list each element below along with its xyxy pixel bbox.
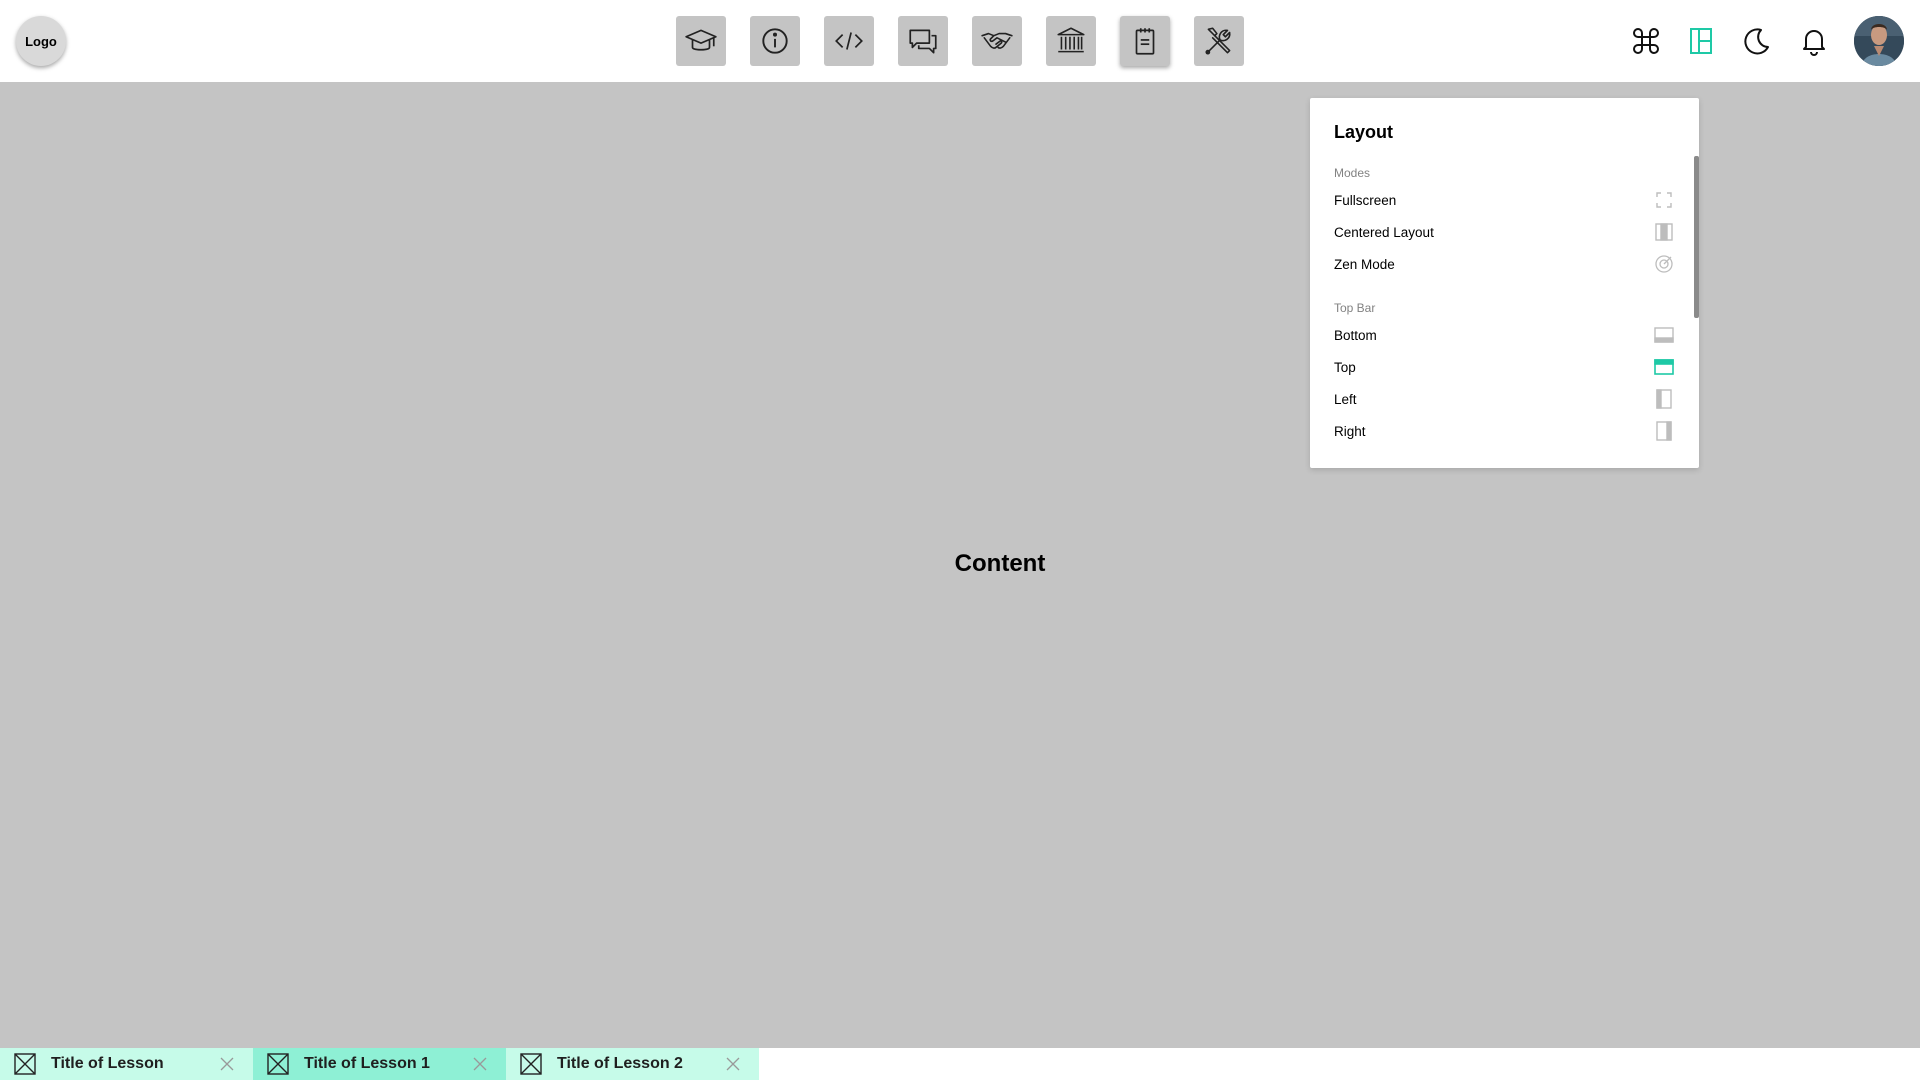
option-label: Centered Layout [1334,224,1434,240]
image-placeholder-icon [267,1053,289,1075]
nav-library-button[interactable] [1046,16,1096,66]
panel-scrollbar[interactable] [1694,156,1699,318]
layout-panel: Layout Modes Fullscreen Centered Layout … [1310,98,1699,468]
moon-icon [1744,28,1769,55]
option-right[interactable]: Right [1334,418,1674,444]
fullscreen-icon [1656,192,1672,208]
lesson-tab[interactable]: Title of Lesson [0,1048,253,1080]
nav-tools-button[interactable] [1194,16,1244,66]
user-photo-icon [1854,16,1904,66]
notifications-button[interactable] [1795,22,1833,60]
option-label: Zen Mode [1334,256,1395,272]
avatar[interactable] [1854,16,1904,66]
nav-info-button[interactable] [750,16,800,66]
handshake-icon [981,32,1013,49]
layout-button[interactable] [1682,22,1720,60]
nav-code-button[interactable] [824,16,874,66]
logo-label: Logo [25,33,57,49]
nav-learn-button[interactable] [676,16,726,66]
dark-mode-button[interactable] [1738,22,1776,60]
section-label-top-bar: Top Bar [1334,301,1376,315]
nav-partners-button[interactable] [972,16,1022,66]
zen-mode-icon [1655,255,1673,273]
bar-top-icon [1654,359,1674,375]
layout-icon [1690,28,1712,54]
option-label: Top [1334,359,1356,375]
option-zen-mode[interactable]: Zen Mode [1334,251,1674,277]
option-label: Bottom [1334,327,1377,343]
option-label: Left [1334,391,1357,407]
option-top[interactable]: Top [1334,354,1674,380]
content-label: Content [954,550,1046,577]
chat-icon [909,29,937,54]
nav-chat-button[interactable] [898,16,948,66]
bell-icon [1803,30,1825,56]
command-icon [1633,28,1659,54]
option-label: Right [1334,423,1366,439]
tab-title: Title of Lesson 2 [557,1055,683,1072]
close-icon[interactable] [725,1056,741,1072]
bar-right-icon [1656,421,1672,441]
lesson-tab[interactable]: Title of Lesson 2 [506,1048,759,1080]
panel-title: Layout [1334,122,1394,142]
top-bar: Logo [0,0,1920,82]
nav-notes-button[interactable] [1120,16,1170,66]
graduation-cap-icon [685,29,717,51]
section-label-modes: Modes [1334,166,1371,180]
tools-icon [1205,27,1231,55]
bar-bottom-icon [1654,327,1674,343]
tab-title: Title of Lesson [51,1055,164,1072]
close-icon[interactable] [472,1056,488,1072]
option-bottom[interactable]: Bottom [1334,322,1674,348]
bar-left-icon [1656,389,1672,409]
image-placeholder-icon [14,1053,36,1075]
close-icon[interactable] [219,1056,235,1072]
option-left[interactable]: Left [1334,386,1674,412]
clipboard-icon [1135,28,1155,55]
lesson-tab-active[interactable]: Title of Lesson 1 [253,1048,506,1080]
centered-layout-icon [1655,223,1673,241]
option-label: Fullscreen [1334,192,1397,208]
tab-title: Title of Lesson 1 [304,1055,430,1072]
content-placeholder: Content [0,550,1920,578]
option-centered-layout[interactable]: Centered Layout [1334,219,1674,245]
logo[interactable]: Logo [16,16,66,66]
library-icon [1057,27,1085,53]
lesson-tab-bar: Title of Lesson Title of Lesson 1 Title … [0,1048,1920,1080]
code-icon [835,32,863,50]
option-fullscreen[interactable]: Fullscreen [1334,187,1674,213]
command-button[interactable] [1627,22,1665,60]
info-icon [762,28,788,54]
image-placeholder-icon [520,1053,542,1075]
